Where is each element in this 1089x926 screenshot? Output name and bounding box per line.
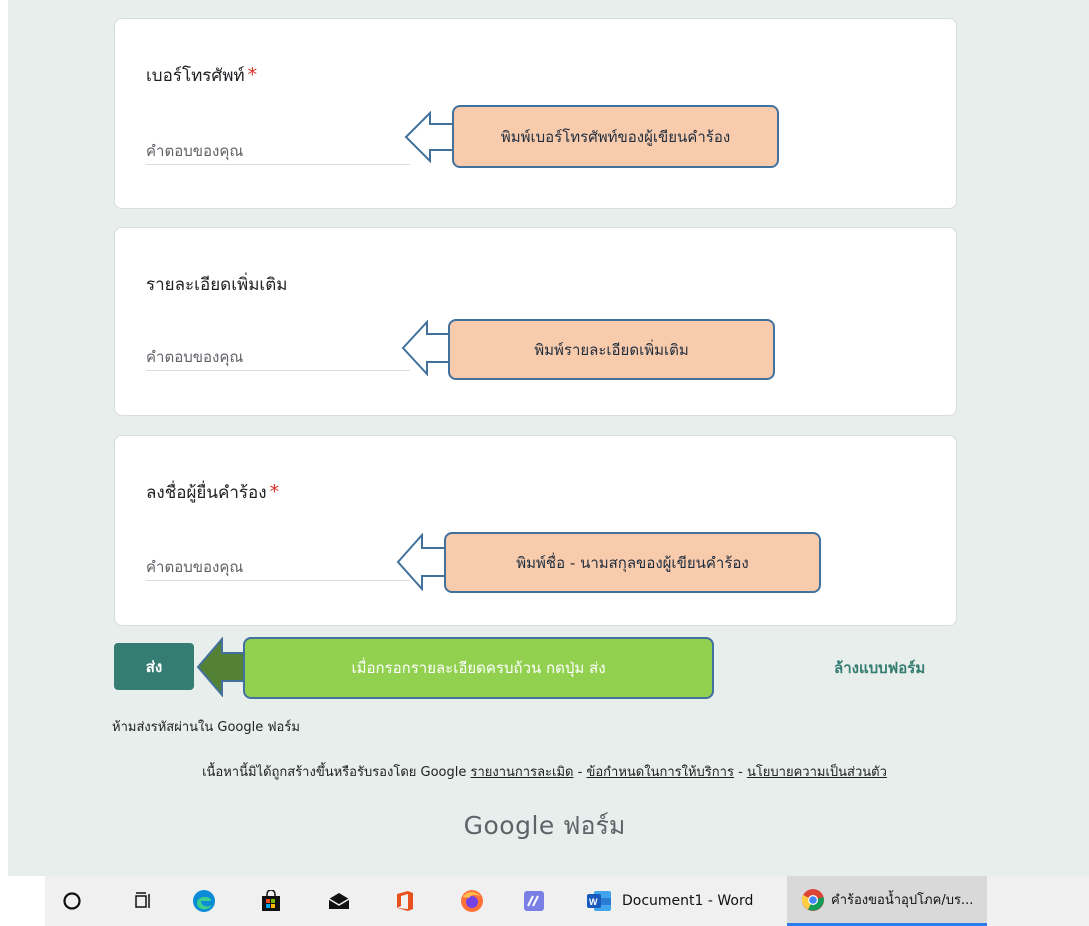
clear-form-link[interactable]: ล้างแบบฟอร์ม: [834, 656, 925, 680]
edge-icon[interactable]: [192, 889, 216, 913]
privacy-link[interactable]: นโยบายความเป็นส่วนตัว: [747, 765, 887, 780]
mail-icon[interactable]: [327, 889, 351, 913]
required-asterisk: *: [247, 64, 258, 86]
form-page: เบอร์โทรศัพท์* พิมพ์เบอร์โทรศัพท์ของผู้เ…: [0, 0, 1089, 876]
windows-taskbar: W Document1 - Word คำร้องขอน้ำอุปโภค/บร.…: [0, 876, 1089, 926]
question-title-text: รายละเอียดเพิ่มเติม: [146, 275, 288, 295]
required-asterisk: *: [269, 481, 280, 503]
question-title: ลงชื่อผู้ยื่นคำร้อง *: [146, 479, 279, 506]
office-icon[interactable]: [393, 889, 417, 913]
callout-phone-text: พิมพ์เบอร์โทรศัพท์ของผู้เขียนคำร้อง: [500, 127, 731, 146]
firefox-icon[interactable]: [460, 889, 484, 913]
terms-link[interactable]: ข้อกำหนดในการให้บริการ: [586, 765, 733, 780]
left-arrow-icon: [404, 111, 455, 163]
question-title: รายละเอียดเพิ่มเติม: [146, 271, 288, 298]
left-arrow-icon: [396, 533, 447, 591]
report-abuse-link[interactable]: รายงานการละเมิด: [471, 765, 574, 780]
task-view-icon[interactable]: [132, 889, 156, 913]
question-title-text: ลงชื่อผู้ยื่นคำร้อง: [146, 483, 267, 503]
taskbar-app-word[interactable]: W Document1 - Word: [586, 876, 776, 926]
taskbar-app-label: คำร้องขอน้ำอุปโภค/บร...: [831, 893, 974, 908]
signature-answer-input[interactable]: [146, 553, 410, 581]
app-icon[interactable]: [522, 889, 546, 913]
left-arrow-icon: [196, 637, 249, 697]
brand-forms: ฟอร์ม: [562, 811, 626, 840]
question-card-signature: ลงชื่อผู้ยื่นคำร้อง *: [114, 435, 957, 626]
footer-separator: -: [738, 765, 743, 780]
footer-disclaimer: เนื้อหานี้มิได้ถูกสร้างขึ้นหรือรับรองโดย…: [0, 761, 1089, 782]
callout-submit-text: เมื่อกรอกรายละเอียดครบถ้วน กดปุ่ม ส่ง: [351, 659, 606, 677]
taskbar-left-edge: [0, 876, 45, 926]
left-edge: [0, 0, 8, 876]
phone-answer-input[interactable]: [146, 137, 410, 165]
taskbar-app-chrome[interactable]: คำร้องขอน้ำอุปโภค/บร...: [787, 876, 987, 926]
word-icon: W: [587, 891, 611, 911]
callout-details-text: พิมพ์รายละเอียดเพิ่มเติม: [534, 340, 689, 359]
question-title: เบอร์โทรศัพท์ *: [146, 62, 257, 89]
callout-phone: พิมพ์เบอร์โทรศัพท์ของผู้เขียนคำร้อง: [452, 105, 779, 168]
callout-submit: เมื่อกรอกรายละเอียดครบถ้วน กดปุ่ม ส่ง: [243, 637, 714, 699]
taskbar-app-label: Document1 - Word: [622, 893, 754, 909]
submit-button[interactable]: ส่ง: [114, 643, 194, 690]
callout-details: พิมพ์รายละเอียดเพิ่มเติม: [448, 319, 775, 380]
cortana-icon[interactable]: [60, 889, 84, 913]
question-title-text: เบอร์โทรศัพท์: [146, 66, 245, 86]
footer-separator: -: [577, 765, 583, 780]
callout-name: พิมพ์ชื่อ - นามสกุลของผู้เขียนคำร้อง: [444, 532, 821, 593]
callout-name-text: พิมพ์ชื่อ - นามสกุลของผู้เขียนคำร้อง: [516, 553, 749, 572]
password-warning: ห้ามส่งรหัสผ่านใน Google ฟอร์ม: [112, 720, 300, 735]
brand-google: Google: [463, 811, 555, 840]
store-icon[interactable]: [259, 889, 283, 913]
left-arrow-icon: [401, 320, 452, 376]
svg-text:W: W: [589, 897, 598, 907]
disclaimer-text: เนื้อหานี้มิได้ถูกสร้างขึ้นหรือรับรองโดย…: [202, 765, 467, 780]
google-forms-logo[interactable]: Google ฟอร์ม: [0, 806, 1089, 846]
chrome-icon: [801, 888, 824, 911]
details-answer-input[interactable]: [146, 343, 410, 371]
